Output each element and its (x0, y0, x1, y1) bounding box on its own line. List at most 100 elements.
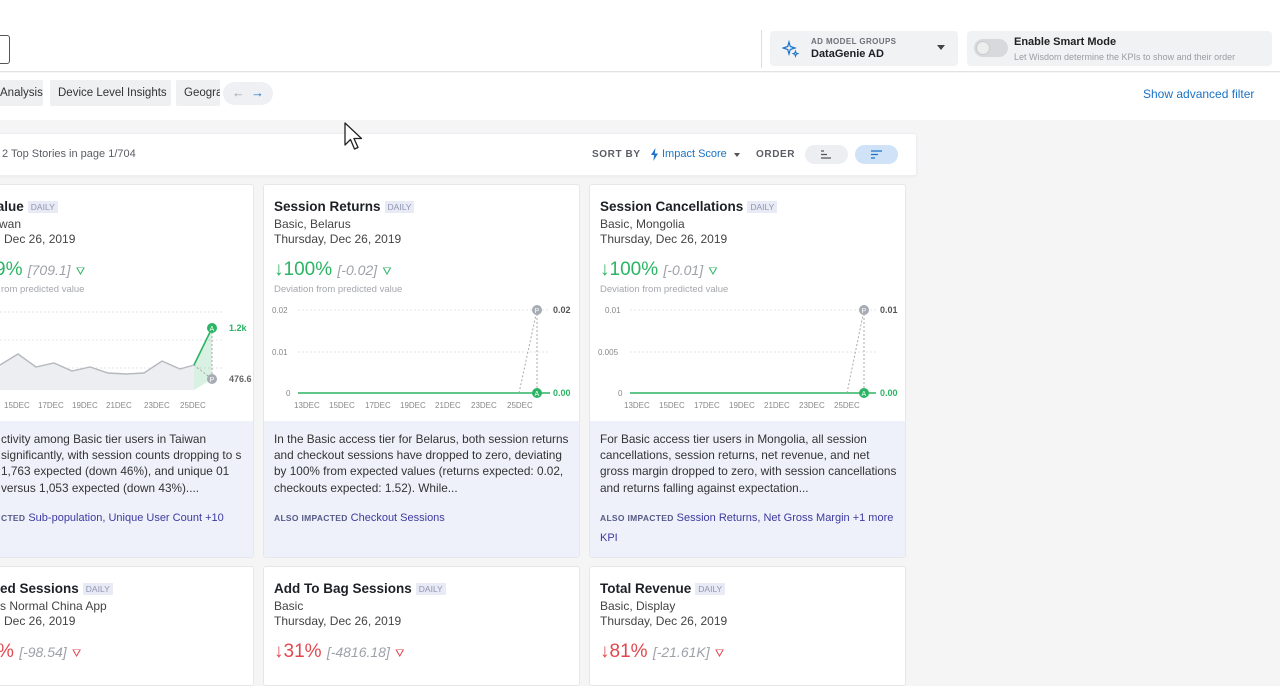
x-tick-label: 25DEC (180, 401, 206, 410)
x-tick-label: 17DEC (365, 401, 391, 410)
deviation-label: rom predicted value (1, 284, 85, 295)
card-date: Thursday, Dec 26, 2019 (274, 232, 402, 246)
card-title: Add To Bag Sessions DAILY (274, 581, 446, 596)
x-tick-label: 13DEC (294, 401, 320, 410)
deviation-value: ↓31% [-4816.18] ⛛ (274, 641, 405, 662)
x-tick-label: 15DEC (329, 401, 355, 410)
sort-select[interactable]: Impact Score (662, 148, 727, 160)
story-card[interactable]: ed Sessions DAILY s Normal China App Dec … (0, 566, 254, 686)
y-tick-label: 0.02 (272, 306, 288, 315)
y-tick-label: 0.01 (605, 306, 621, 315)
frequency-badge: DAILY (747, 201, 778, 213)
toggle-knob (976, 41, 990, 55)
caret-down-icon (734, 153, 740, 157)
deviation-value: 9% [709.1] ⛛ (0, 259, 86, 280)
x-tick-label: 25DEC (507, 401, 533, 410)
ad-model-groups-caption: AD MODEL GROUPS (811, 37, 897, 46)
frequency-badge: DAILY (695, 583, 726, 595)
show-advanced-filter-link[interactable]: Show advanced filter (1143, 87, 1254, 101)
arrow-left-icon[interactable]: ← (232, 85, 245, 101)
card-segment: Basic, Display (600, 599, 676, 613)
x-tick-label: 13DEC (624, 401, 650, 410)
sparkle-icon (782, 40, 800, 58)
predicted-value-label: 476.6 (229, 374, 252, 384)
card-segment: s Normal China App (0, 599, 107, 613)
sort-ascending-icon (821, 150, 831, 159)
x-tick-label: 15DEC (4, 401, 30, 410)
y-tick-label: 0.005 (598, 348, 619, 357)
x-tick-label: 19DEC (72, 401, 98, 410)
x-tick-label: 17DEC (38, 401, 64, 410)
tab-geography[interactable]: Geogra (176, 80, 220, 106)
also-impacted[interactable]: ALSO IMPACTED Checkout Sessions (274, 508, 571, 528)
frequency-badge: DAILY (415, 583, 446, 595)
ad-model-groups-dropdown[interactable]: AD MODEL GROUPS DataGenie AD (770, 31, 958, 66)
search-input[interactable] (0, 35, 10, 64)
actual-value-label: 0.00 (553, 388, 571, 398)
x-tick-label: 23DEC (799, 401, 825, 410)
card-date: Thursday, Dec 26, 2019 (274, 614, 402, 628)
story-card[interactable]: Session Returns DAILY Basic, Belarus Thur… (263, 184, 580, 558)
story-card[interactable]: Total Revenue DAILY Basic, Display Thursd… (589, 566, 906, 686)
divider (761, 30, 762, 68)
actual-value-label: 1.2k (229, 323, 248, 333)
story-card[interactable]: Session Cancellations DAILY Basic, Mongol… (589, 184, 906, 558)
stories-count: 2 Top Stories in page 1/704 (2, 148, 136, 160)
x-tick-label: 19DEC (729, 401, 755, 410)
card-title: Session Returns DAILY (274, 199, 415, 214)
svg-text:A: A (210, 326, 215, 333)
order-ascending-button[interactable] (805, 145, 848, 164)
kpi-chart: 0.02 0.01 0 P A 0.02 0.00 13DEC 15DEC 17… (272, 305, 571, 410)
deviation-value: % [-98.54] ⛛ (0, 641, 82, 662)
also-impacted[interactable]: ALSO IMPACTED Session Returns, Net Gross … (600, 508, 897, 548)
card-summary: For Basic access tier users in Mongolia,… (590, 421, 905, 557)
order-descending-button[interactable] (855, 145, 898, 164)
sort-by-label: SORT BY (592, 149, 641, 160)
x-tick-label: 19DEC (400, 401, 426, 410)
x-tick-label: 25DEC (834, 401, 860, 410)
deviation-label: Deviation from predicted value (600, 284, 729, 295)
svg-text:P: P (862, 308, 867, 315)
story-card[interactable]: Add To Bag Sessions DAILY Basic Thursday,… (263, 566, 580, 686)
summary-text: ctivity among Basic tier users in Taiwan… (1, 432, 242, 495)
x-tick-label: 17DEC (694, 401, 720, 410)
card-summary: In the Basic access tier for Belarus, bo… (264, 421, 579, 557)
summary-text: For Basic access tier users in Mongolia,… (600, 432, 897, 495)
tab-analysis[interactable]: Analysis (0, 80, 43, 106)
frequency-badge: DAILY (27, 201, 58, 213)
story-card[interactable]: Order ValueDAILY wan Dec 26, 2019 9% [70… (0, 184, 254, 558)
x-tick-label: 23DEC (471, 401, 497, 410)
deviation-label: Deviation from predicted value (274, 284, 403, 295)
card-summary: ctivity among Basic tier users in Taiwan… (0, 421, 253, 557)
also-impacted[interactable]: CTED Sub-population, Unique User Count +1… (0, 508, 245, 528)
x-tick-label: 21DEC (435, 401, 461, 410)
lightning-icon (651, 148, 658, 161)
mouse-cursor-icon (344, 122, 363, 150)
y-tick-label: 0 (286, 389, 291, 398)
svg-text:A: A (535, 391, 540, 398)
y-tick-label: 0.01 (272, 348, 288, 357)
card-segment: wan (0, 217, 22, 231)
card-date: Thursday, Dec 26, 2019 (600, 614, 728, 628)
card-title: Session Cancellations DAILY (600, 199, 778, 214)
smart-mode-description: Let Wisdom determine the KPIs to show an… (1014, 52, 1236, 62)
card-title: Order ValueDAILY (0, 199, 58, 214)
predicted-value-label: 0.01 (880, 305, 898, 315)
y-tick-label: 0 (618, 389, 623, 398)
x-tick-label: 23DEC (144, 401, 170, 410)
sort-descending-icon (871, 150, 882, 159)
svg-text:P: P (210, 377, 215, 384)
svg-text:A: A (862, 391, 867, 398)
kpi-chart: A P 1.2k 476.6 15DEC 17DEC 19DEC 21DEC 2… (0, 311, 252, 410)
ad-model-groups-value: DataGenie AD (811, 48, 884, 60)
tab-device-level-insights[interactable]: Device Level Insights (50, 80, 171, 106)
top-bar: AD MODEL GROUPS DataGenie AD Enable Smar… (0, 0, 1280, 72)
frequency-badge: DAILY (82, 583, 113, 595)
arrow-right-icon[interactable]: → (251, 85, 264, 101)
x-tick-label: 15DEC (659, 401, 685, 410)
smart-mode-toggle[interactable] (974, 39, 1008, 57)
deviation-value: ↓100% [-0.02] ⛛ (274, 259, 392, 280)
caret-down-icon (937, 45, 945, 50)
kpi-chart: 0.01 0.005 0 P A 0.01 0.00 13DEC 15DEC 1… (598, 305, 898, 410)
card-date: Thursday, Dec 26, 2019 (600, 232, 728, 246)
